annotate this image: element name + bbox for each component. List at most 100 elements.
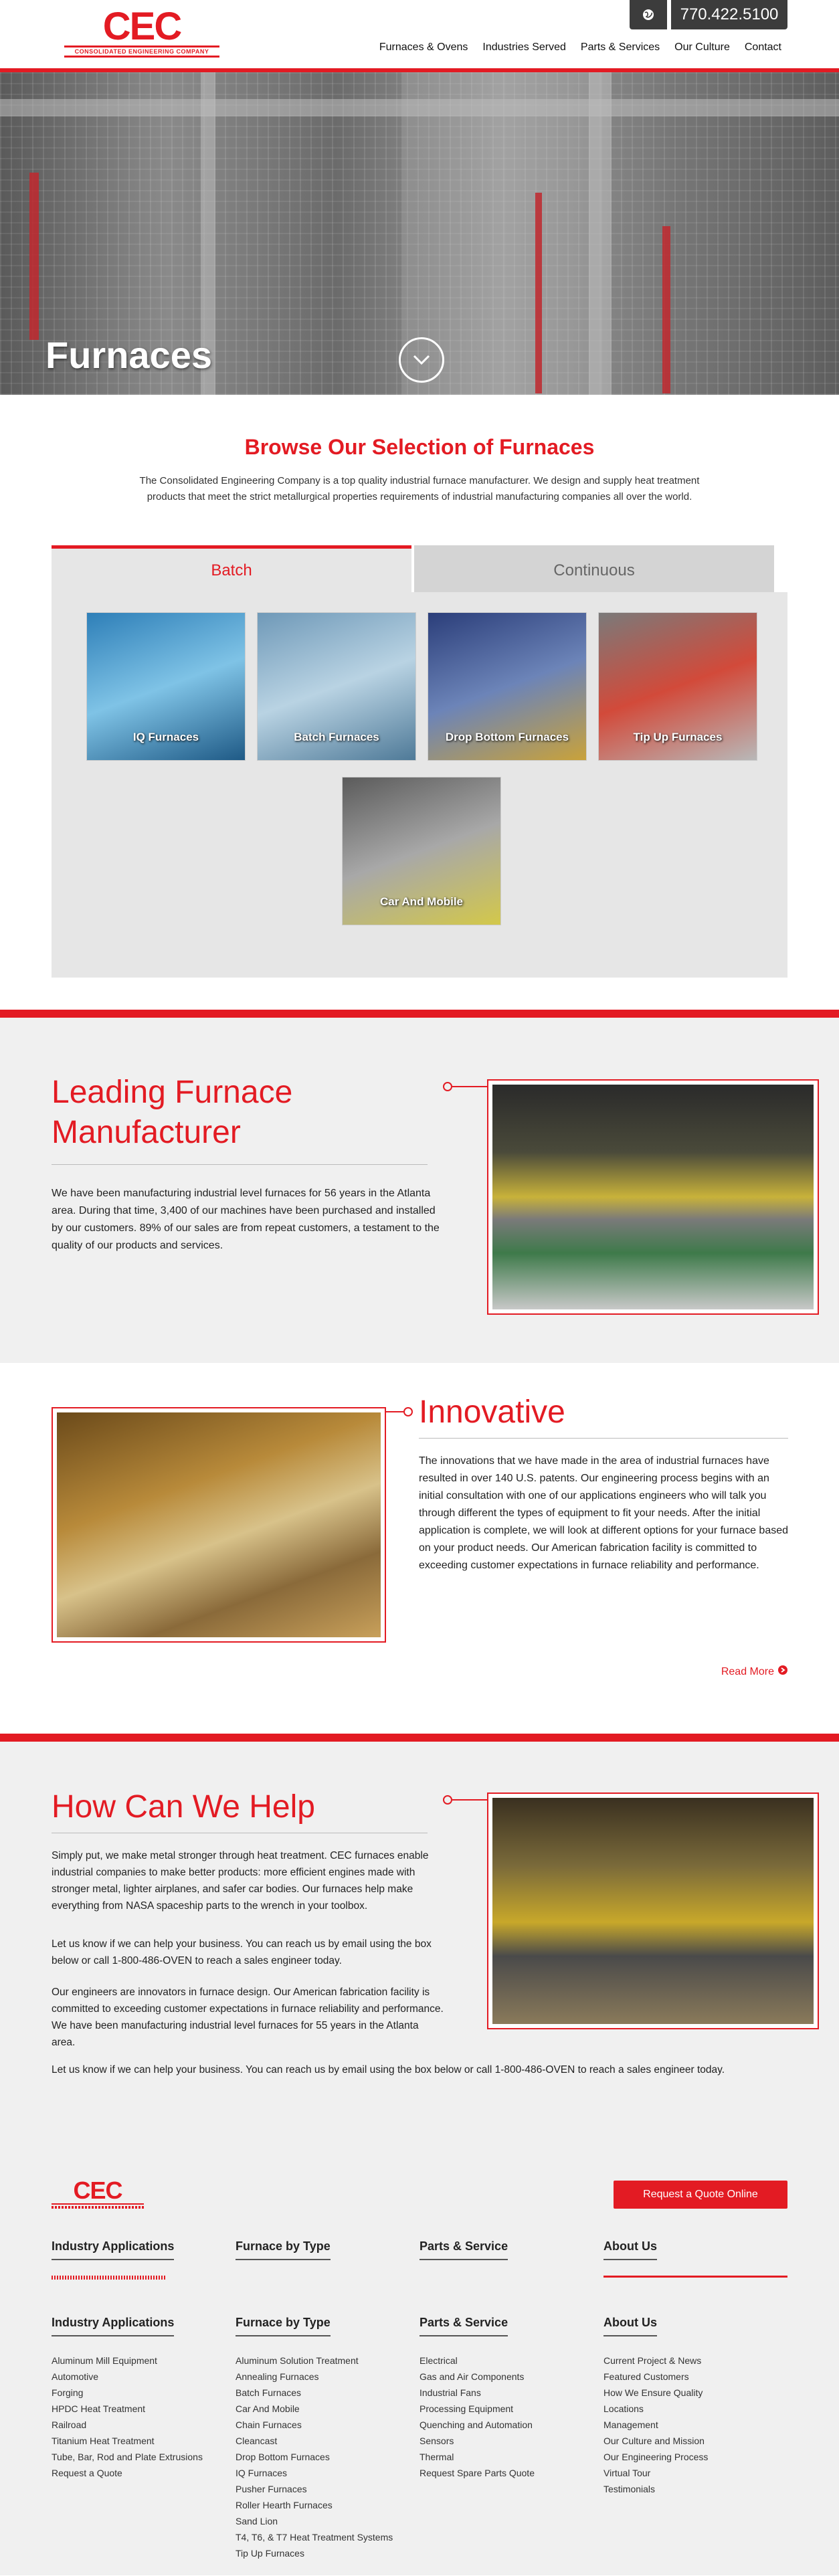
footer-link[interactable]: Automotive xyxy=(52,2369,225,2385)
logo-rule-bottom xyxy=(64,56,219,58)
footer-link[interactable]: Quenching and Automation xyxy=(420,2417,593,2433)
top-contact-bar: 770.422.5100 xyxy=(630,0,787,29)
connector-dot xyxy=(403,1407,413,1416)
nav-our-culture[interactable]: Our Culture xyxy=(674,41,730,54)
footer-link[interactable]: Aluminum Mill Equipment xyxy=(52,2353,225,2369)
logo-mark: CEC xyxy=(102,5,182,48)
innovative-text: The innovations that we have made in the… xyxy=(419,1455,789,1571)
help-paragraph-1: Simply put, we make metal stronger throu… xyxy=(52,1850,429,1912)
footer-heading: Parts & Service xyxy=(420,2316,508,2336)
read-more-label: Read More xyxy=(721,1665,774,1677)
help-section: How Can We Help Simply put, we make meta… xyxy=(0,1742,839,2158)
footer-link[interactable]: Our Culture and Mission xyxy=(603,2433,777,2449)
factory-photo xyxy=(492,1085,814,1309)
footer-heading: Furnace by Type xyxy=(236,2316,331,2336)
footer-heading: Industry Applications xyxy=(52,2316,175,2336)
footer-logo[interactable]: CEC xyxy=(52,2179,144,2209)
footer-logo-mark: CEC xyxy=(73,2177,122,2204)
footer-link[interactable]: Railroad xyxy=(52,2417,225,2433)
footer-heading: About Us xyxy=(603,2239,657,2260)
phone-number-button[interactable]: 770.422.5100 xyxy=(671,0,787,29)
footer-link[interactable]: Our Engineering Process xyxy=(603,2449,777,2465)
footer-link[interactable]: Virtual Tour xyxy=(603,2465,777,2481)
tile-batch-furnaces[interactable]: Batch Furnaces xyxy=(257,612,416,761)
footer-link[interactable]: Management xyxy=(603,2417,777,2433)
footer-link[interactable]: Processing Equipment xyxy=(420,2401,593,2417)
footer-link[interactable]: Annealing Furnaces xyxy=(236,2369,409,2385)
footer-link[interactable]: Sensors xyxy=(420,2433,593,2449)
section-divider xyxy=(0,1734,839,1742)
footer-link[interactable]: Roller Hearth Furnaces xyxy=(236,2497,409,2513)
tile-label: IQ Furnaces xyxy=(132,731,199,743)
footer-link[interactable]: Drop Bottom Furnaces xyxy=(236,2449,409,2465)
globe-icon[interactable] xyxy=(630,0,667,29)
footer-link[interactable]: How We Ensure Quality xyxy=(603,2385,777,2401)
footer-link[interactable]: Titanium Heat Treatment xyxy=(52,2433,225,2449)
tile-iq-furnaces[interactable]: IQ Furnaces xyxy=(86,612,246,761)
footer-link[interactable]: Pusher Furnaces xyxy=(236,2481,409,2497)
tile-drop-bottom-furnaces[interactable]: Drop Bottom Furnaces xyxy=(428,612,587,761)
footer-link[interactable]: T4, T6, & T7 Heat Treatment Systems xyxy=(236,2529,409,2545)
footer-link[interactable]: Batch Furnaces xyxy=(236,2385,409,2401)
hero-red-post xyxy=(29,173,39,340)
site-header: CEC CONSOLIDATED ENGINEERING COMPANY 770… xyxy=(0,0,839,72)
footer-link[interactable]: Car And Mobile xyxy=(236,2401,409,2417)
request-quote-button[interactable]: Request a Quote Online xyxy=(614,2181,787,2209)
connector-line xyxy=(452,1086,487,1087)
site-footer: CEC Request a Quote Online Industry Appl… xyxy=(0,2158,839,2575)
footer-link-list: Electrical Gas and Air Components Industri… xyxy=(420,2353,593,2481)
footer-link[interactable]: IQ Furnaces xyxy=(236,2465,409,2481)
furnace-tabs-panel: Batch Continuous IQ Furnaces Batch Furna… xyxy=(52,545,787,978)
company-logo[interactable]: CEC CONSOLIDATED ENGINEERING COMPANY xyxy=(64,5,219,58)
nav-contact[interactable]: Contact xyxy=(745,41,781,54)
tab-continuous[interactable]: Continuous xyxy=(414,545,774,592)
footer-link[interactable]: Aluminum Solution Treatment xyxy=(236,2353,409,2369)
footer-link[interactable]: Featured Customers xyxy=(603,2369,777,2385)
hero-title: Furnaces xyxy=(45,334,212,376)
footer-heading: Furnace by Type xyxy=(236,2239,331,2260)
read-more-link[interactable]: Read More xyxy=(721,1665,787,1678)
tile-label: Drop Bottom Furnaces xyxy=(445,731,569,743)
footer-link[interactable]: Industrial Fans xyxy=(420,2385,593,2401)
tile-car-and-mobile[interactable]: Car And Mobile xyxy=(342,777,501,925)
footer-top-heading-4: About Us xyxy=(603,2239,777,2260)
footer-link[interactable]: Tube, Bar, Rod and Plate Extrusions xyxy=(52,2449,225,2465)
footer-link[interactable]: Testimonials xyxy=(603,2481,777,2497)
footer-link[interactable]: HPDC Heat Treatment xyxy=(52,2401,225,2417)
section-divider xyxy=(0,1010,839,1018)
logo-subtitle-strip xyxy=(52,2206,144,2209)
plant-photo xyxy=(492,1798,814,2024)
footer-link[interactable]: Locations xyxy=(603,2401,777,2417)
connector-line xyxy=(386,1411,403,1412)
footer-col-industry: Industry Applications Aluminum Mill Equi… xyxy=(52,2316,225,2481)
footer-link[interactable]: Request a Quote xyxy=(52,2465,225,2481)
hero-banner: Furnaces xyxy=(0,72,839,395)
footer-link[interactable]: Thermal xyxy=(420,2449,593,2465)
footer-link[interactable]: Forging xyxy=(52,2385,225,2401)
footer-link[interactable]: Chain Furnaces xyxy=(236,2417,409,2433)
footer-red-rule xyxy=(603,2276,787,2278)
footer-top-heading-1: Industry Applications xyxy=(52,2239,225,2260)
nav-furnaces-ovens[interactable]: Furnaces & Ovens xyxy=(379,41,468,54)
chevron-down-circle-icon[interactable] xyxy=(399,337,444,383)
main-nav: Furnaces & Ovens Industries Served Parts… xyxy=(379,41,781,54)
footer-link[interactable]: Tip Up Furnaces xyxy=(236,2545,409,2561)
footer-link[interactable]: Gas and Air Components xyxy=(420,2369,593,2385)
help-paragraph-2: Let us know if we can help your business… xyxy=(52,1938,432,1966)
nav-industries-served[interactable]: Industries Served xyxy=(482,41,566,54)
innovative-image xyxy=(52,1407,386,1643)
connector-line xyxy=(452,1799,487,1801)
tile-label: Batch Furnaces xyxy=(294,731,379,743)
footer-link[interactable]: Electrical xyxy=(420,2353,593,2369)
footer-link[interactable]: Request Spare Parts Quote xyxy=(420,2465,593,2481)
leading-image xyxy=(487,1079,819,1315)
furnace-photo xyxy=(57,1412,381,1637)
footer-link[interactable]: Current Project & News xyxy=(603,2353,777,2369)
footer-link[interactable]: Cleancast xyxy=(236,2433,409,2449)
tab-batch[interactable]: Batch xyxy=(52,545,411,592)
footer-link[interactable]: Sand Lion xyxy=(236,2513,409,2529)
tile-tip-up-furnaces[interactable]: Tip Up Furnaces xyxy=(598,612,757,761)
nav-parts-services[interactable]: Parts & Services xyxy=(581,41,660,54)
title-rule xyxy=(419,1438,788,1439)
hero-red-post xyxy=(535,193,542,393)
